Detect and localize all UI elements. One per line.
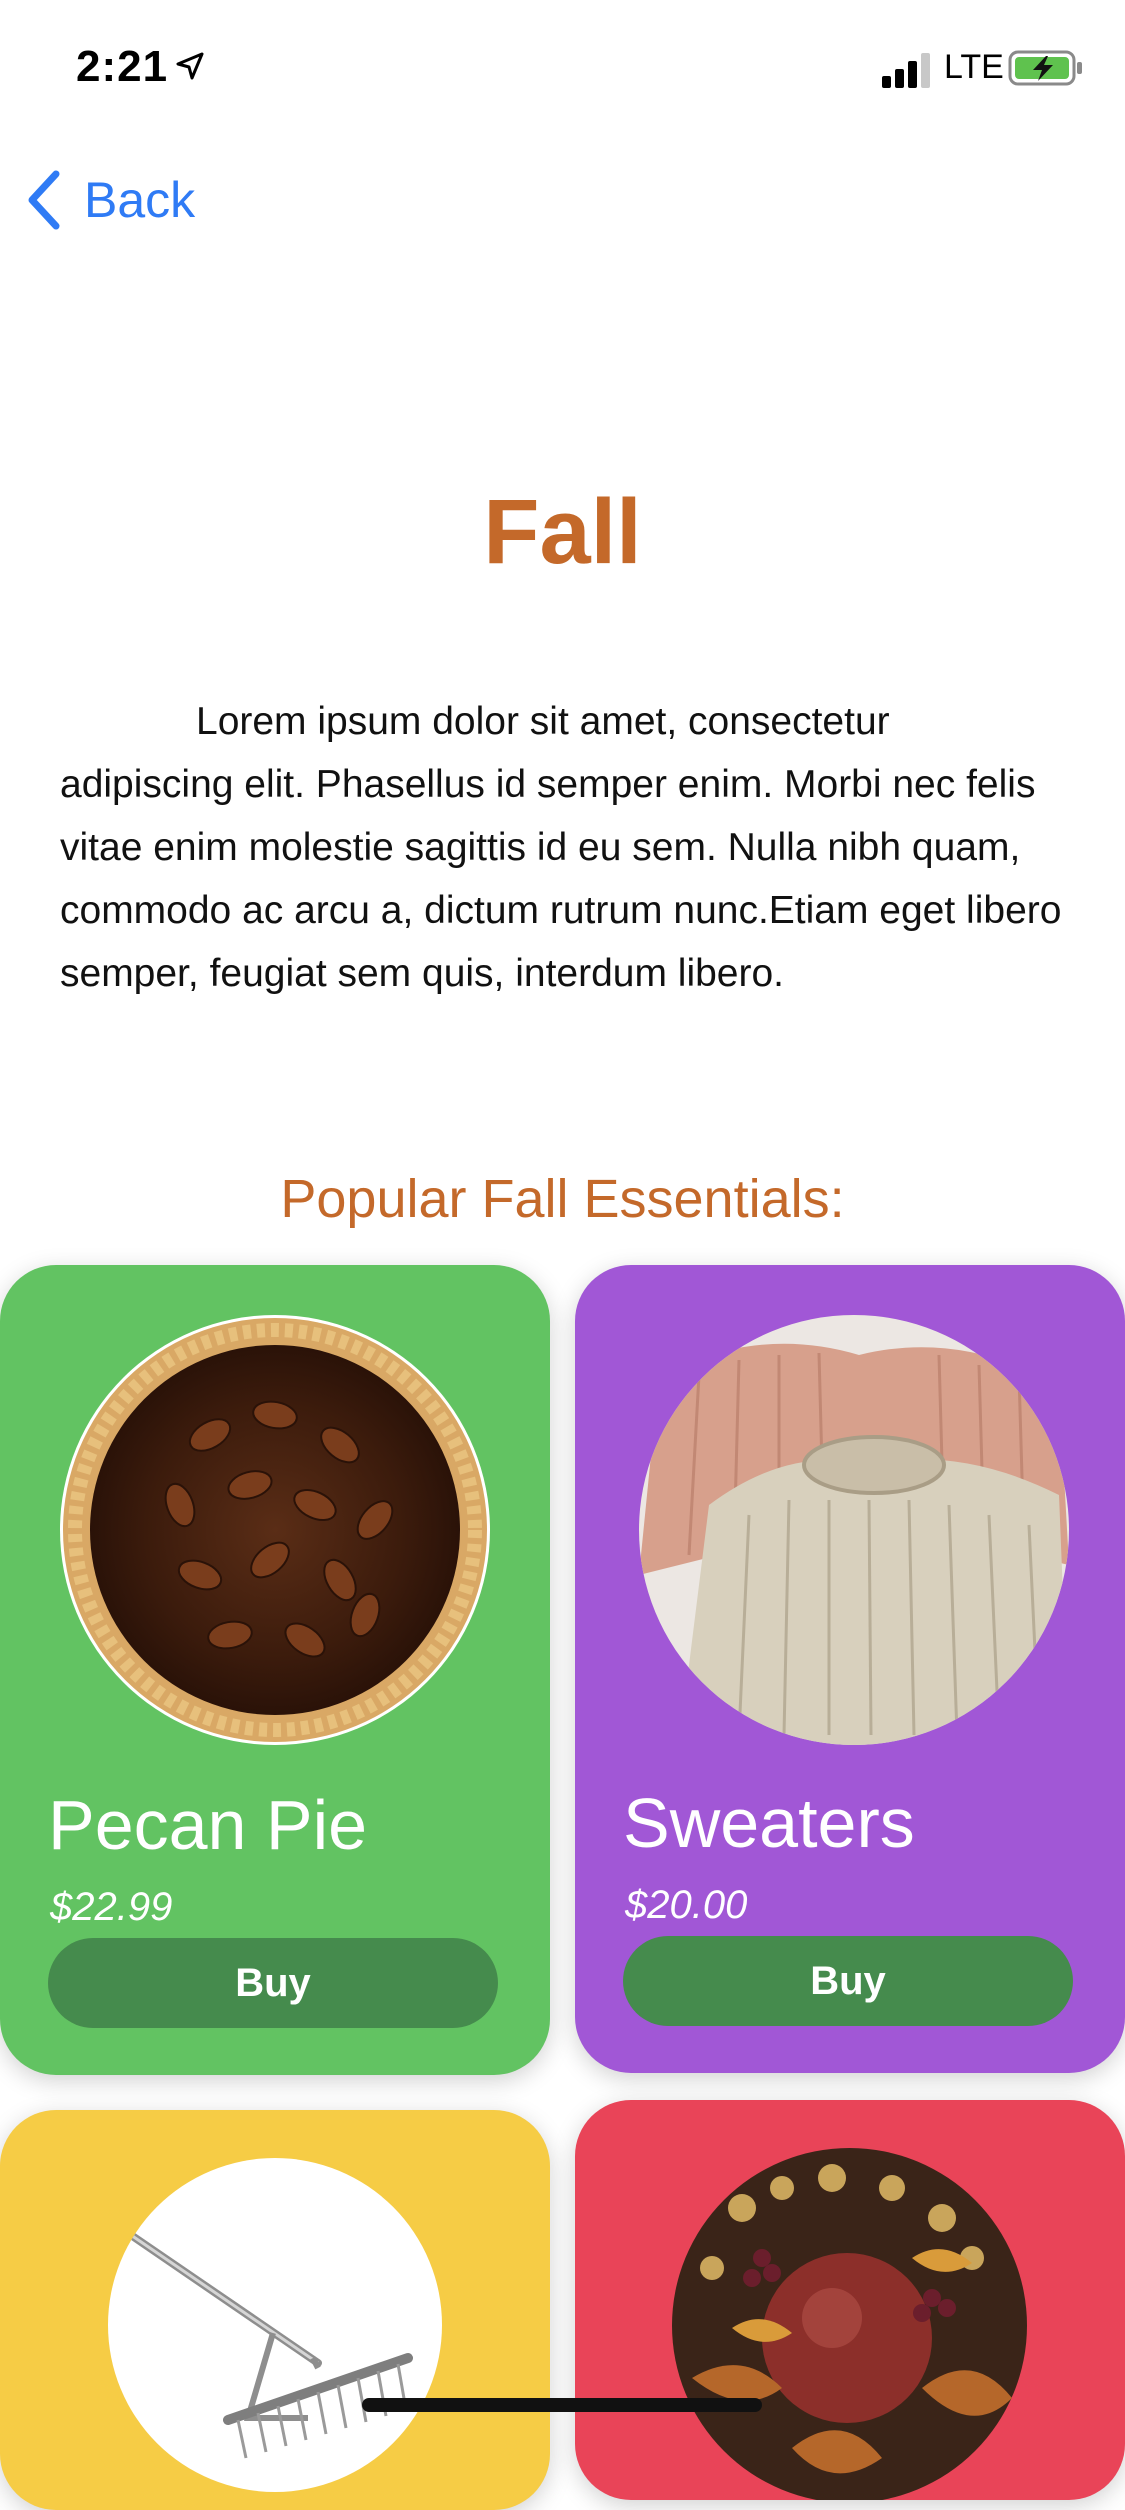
product-card-sweaters: Sweaters $20.00 Buy bbox=[575, 1265, 1125, 2073]
product-card-fall-decor bbox=[575, 2100, 1125, 2500]
page-description: Lorem ipsum dolor sit amet, consectetur … bbox=[60, 700, 1062, 995]
pecan-pie-image bbox=[60, 1315, 490, 1745]
rake-image bbox=[108, 2158, 442, 2492]
product-price: $20.00 bbox=[625, 1883, 748, 1927]
back-label: Back bbox=[84, 172, 196, 228]
product-card-rake bbox=[0, 2110, 550, 2510]
status-time: 2:21 bbox=[76, 42, 169, 91]
home-indicator[interactable] bbox=[362, 2398, 762, 2412]
buy-button-sweaters[interactable]: Buy bbox=[623, 1936, 1073, 2026]
product-name: Pecan Pie bbox=[48, 1786, 368, 1864]
buy-button-pecan-pie[interactable]: Buy bbox=[48, 1938, 498, 2028]
location-arrow-icon bbox=[176, 52, 204, 80]
product-price: $22.99 bbox=[50, 1885, 173, 1929]
network-label: LTE bbox=[944, 48, 1004, 86]
sweaters-image bbox=[639, 1315, 1069, 1745]
cellular-signal-icon bbox=[882, 53, 930, 88]
section-heading: Popular Fall Essentials: bbox=[280, 1169, 845, 1229]
back-button[interactable]: Back bbox=[24, 160, 195, 240]
status-bar: 2:21 LTE bbox=[0, 0, 1125, 135]
page-title: Fall bbox=[483, 481, 642, 583]
product-card-pecan-pie: Pecan Pie $22.99 Buy bbox=[0, 1265, 550, 2075]
fall-decor-image bbox=[672, 2148, 1027, 2500]
chevron-left-icon bbox=[28, 170, 60, 230]
battery-charging-icon bbox=[1008, 50, 1082, 86]
product-name: Sweaters bbox=[623, 1784, 915, 1862]
